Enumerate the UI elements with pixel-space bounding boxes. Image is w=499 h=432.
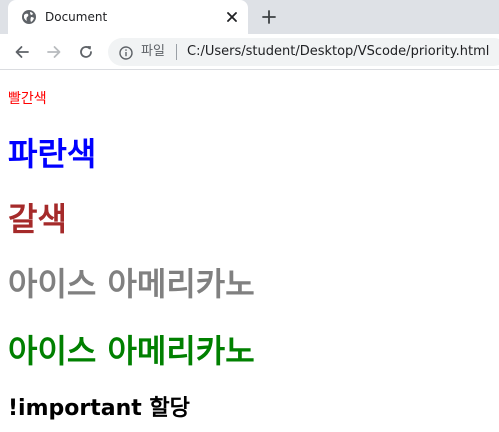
arrow-right-icon[interactable] <box>44 42 64 62</box>
blue-heading: 파란색 <box>8 135 97 173</box>
page-content: 빨간색 파란색 갈색 아이스 아메리카노 아이스 아메리카노 !importan… <box>0 71 499 432</box>
url-text[interactable]: C:/Users/student/Desktop/VScode/priority… <box>187 44 489 60</box>
browser-toolbar: 파일 C:/Users/student/Desktop/VScode/prior… <box>0 34 499 70</box>
tab-strip: Document <box>0 0 499 34</box>
green-heading: 아이스 아메리카노 <box>8 332 255 370</box>
scheme-label: 파일 <box>141 44 165 59</box>
red-text: 빨간색 <box>8 91 47 107</box>
address-bar[interactable]: 파일 C:/Users/student/Desktop/VScode/prior… <box>108 38 499 66</box>
arrow-left-icon[interactable] <box>12 42 32 62</box>
info-icon[interactable] <box>119 45 133 60</box>
browser-tab[interactable]: Document <box>8 0 248 34</box>
brown-heading: 갈색 <box>8 200 67 238</box>
plus-icon[interactable] <box>259 7 279 27</box>
close-icon[interactable] <box>224 9 240 25</box>
divider <box>176 44 177 60</box>
tab-title: Document <box>45 10 108 24</box>
gray-heading: 아이스 아메리카노 <box>8 265 255 303</box>
important-heading: !important 할당 <box>8 396 190 421</box>
reload-icon[interactable] <box>76 42 96 62</box>
globe-icon <box>21 9 37 25</box>
